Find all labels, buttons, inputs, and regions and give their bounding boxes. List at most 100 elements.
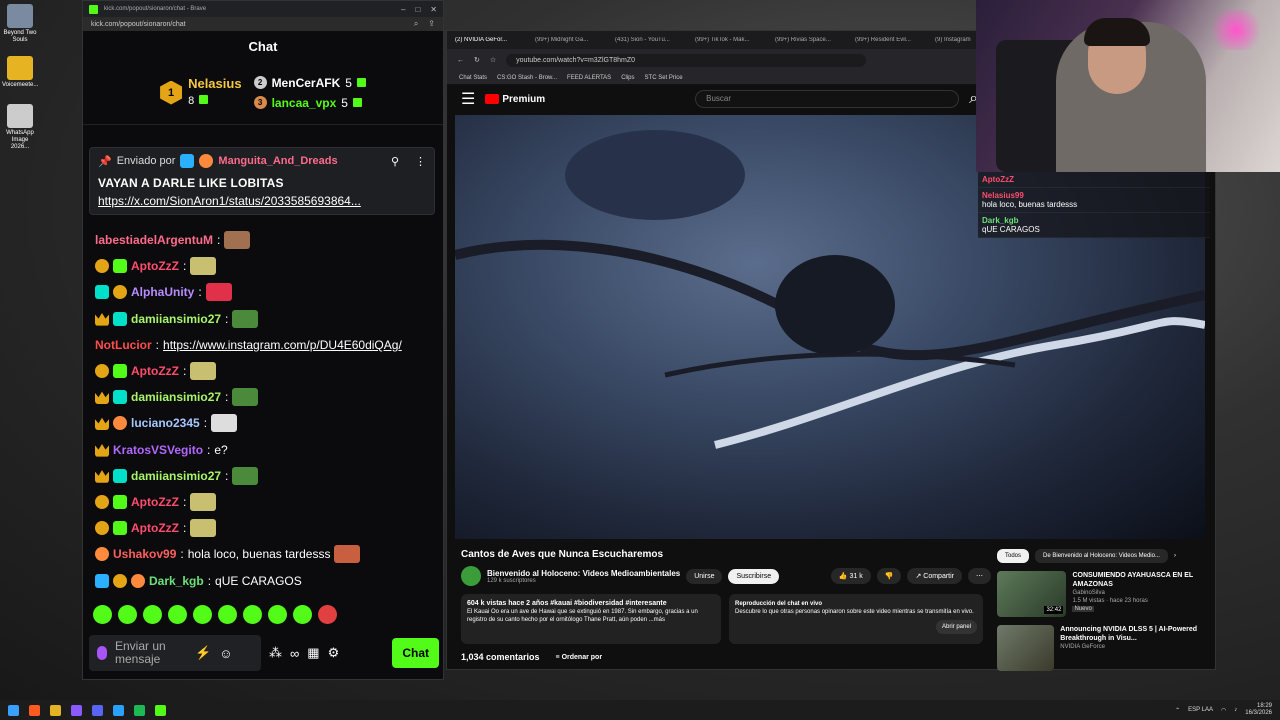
browser-tab[interactable]: (431) Sion - YouTu... bbox=[615, 37, 691, 43]
emote-icon[interactable] bbox=[243, 605, 262, 624]
video-thumbnail[interactable]: 32:42 bbox=[997, 571, 1067, 617]
chevron-right-icon[interactable]: › bbox=[1174, 553, 1176, 559]
chat-username[interactable]: NotLucior bbox=[95, 338, 152, 352]
unpin-icon[interactable]: ⚲ bbox=[391, 155, 399, 168]
minimize-icon[interactable]: – bbox=[401, 5, 405, 14]
leaderboard-second[interactable]: 2 MenCerAFK 5 bbox=[253, 76, 366, 90]
more-actions-button[interactable]: ⋯ bbox=[968, 568, 991, 584]
chat-username[interactable]: AptoZzZ bbox=[131, 364, 179, 378]
video-thumbnail[interactable] bbox=[997, 625, 1055, 671]
emote-icon[interactable] bbox=[268, 605, 287, 624]
pinned-by-label: Enviado por bbox=[116, 155, 176, 167]
bookmark-icon[interactable]: ☆ bbox=[490, 56, 496, 64]
emote-icon[interactable] bbox=[293, 605, 312, 624]
emote-icon[interactable] bbox=[93, 605, 112, 624]
browser-tab[interactable]: (2) NVIDIA GeFor... bbox=[455, 37, 531, 43]
browser-tab[interactable]: (99+) Rivias Space... bbox=[775, 37, 851, 43]
chat-username[interactable]: KratosVSVegito bbox=[113, 443, 203, 457]
volume-icon[interactable]: ♪ bbox=[1234, 707, 1237, 713]
browser-tab[interactable]: (99+) TikTok - Mak... bbox=[695, 37, 771, 43]
sort-button[interactable]: ≡ Ordenar por bbox=[556, 654, 603, 661]
chat-username[interactable]: Dark_kgb bbox=[149, 574, 204, 588]
brave-icon[interactable] bbox=[29, 704, 40, 716]
bookmark-item[interactable]: STC Set Price bbox=[645, 75, 683, 81]
channel-name[interactable]: Bienvenido al Holoceno: Videos Medioambi… bbox=[487, 569, 680, 578]
kick-icon[interactable] bbox=[155, 704, 166, 716]
emote-icon[interactable] bbox=[318, 605, 337, 624]
emote-icon[interactable] bbox=[168, 605, 187, 624]
send-chat-button[interactable]: Chat bbox=[392, 638, 439, 668]
address-bar[interactable]: youtube.com/watch?v=m3ZlGT8hmZ0 bbox=[506, 53, 867, 67]
youtube-logo[interactable]: Premium bbox=[485, 94, 545, 105]
emote-icon[interactable] bbox=[143, 605, 162, 624]
reload-icon[interactable]: ↻ bbox=[474, 56, 480, 64]
bookmark-item[interactable]: FEED ALERTAS bbox=[567, 75, 611, 81]
file-explorer-icon[interactable] bbox=[50, 704, 61, 716]
obs-icon[interactable] bbox=[71, 704, 82, 716]
chat-username[interactable]: AptoZzZ bbox=[131, 495, 179, 509]
leaderboard-third[interactable]: 3 lancaa_vpx 5 bbox=[253, 96, 366, 110]
bookmark-item[interactable]: CS:GO Stash - Brow... bbox=[497, 75, 557, 81]
recommended-video[interactable]: 32:42 CONSUMIENDO AYAHUASCA EN EL AMAZON… bbox=[997, 571, 1207, 617]
tray-arrow-icon[interactable]: ⌃ bbox=[1175, 707, 1180, 714]
desktop-icon-whatsapp[interactable]: WhatsApp Image 2026... bbox=[2, 104, 38, 151]
like-button[interactable]: 👍 31 k bbox=[830, 568, 871, 584]
chip-channel[interactable]: De Bienvenido al Holoceno: Videos Medio.… bbox=[1035, 549, 1168, 563]
emote-icon[interactable] bbox=[218, 605, 237, 624]
microphone-icon[interactable] bbox=[97, 646, 107, 660]
clock[interactable]: 18:29 16/3/2026 bbox=[1245, 703, 1272, 717]
share-button[interactable]: ↗ Compartir bbox=[907, 568, 962, 584]
channel-avatar[interactable] bbox=[461, 566, 481, 586]
maximize-icon[interactable]: □ bbox=[415, 5, 420, 14]
chat-username[interactable]: damiiansimio27 bbox=[131, 390, 221, 404]
settings-icon[interactable]: ⚙ bbox=[328, 645, 340, 661]
start-icon[interactable] bbox=[8, 704, 19, 716]
search-icon[interactable]: ⌕ bbox=[414, 19, 418, 29]
chat-username[interactable]: damiiansimio27 bbox=[131, 469, 221, 483]
browser-tab[interactable]: (99+) Resident Evil... bbox=[855, 37, 931, 43]
bookmark-item[interactable]: Clips bbox=[621, 75, 634, 81]
back-icon[interactable]: ← bbox=[457, 57, 464, 64]
store-icon[interactable]: ▦ bbox=[307, 645, 319, 661]
desktop-icon-beyond[interactable]: Beyond Two Souls bbox=[2, 4, 38, 44]
emoji-icon[interactable]: ☺ bbox=[219, 646, 232, 661]
discord-icon[interactable] bbox=[92, 704, 103, 716]
language-indicator[interactable]: ESP LAA bbox=[1188, 707, 1213, 713]
subscribe-button[interactable]: Suscribirse bbox=[728, 568, 780, 584]
commands-icon[interactable]: ⚡ bbox=[195, 645, 211, 661]
open-panel-button[interactable]: Abrir panel bbox=[935, 620, 977, 634]
pinned-user[interactable]: Manguita_And_Dreads bbox=[218, 155, 337, 167]
search-input[interactable]: Buscar bbox=[695, 90, 960, 108]
desktop-icon-voicemeeter[interactable]: Voicemeete... bbox=[2, 56, 38, 89]
chat-username[interactable]: AlphaUnity bbox=[131, 285, 194, 299]
join-button[interactable]: Unirse bbox=[686, 568, 723, 584]
close-icon[interactable]: ✕ bbox=[430, 5, 437, 14]
share-icon[interactable]: ⇪ bbox=[428, 19, 435, 29]
chip-all[interactable]: Todos bbox=[997, 549, 1030, 563]
leaderboard-first[interactable]: 1 Nelasius 8 bbox=[160, 76, 242, 109]
menu-icon[interactable]: ☰ bbox=[461, 89, 475, 109]
wifi-icon[interactable]: ◠ bbox=[1221, 707, 1226, 714]
chat-input[interactable]: Enviar un mensaje ⚡ ☺ bbox=[89, 635, 261, 671]
spotify-icon[interactable] bbox=[134, 704, 145, 716]
browser-tab[interactable]: (99+) Midnight Ga... bbox=[535, 37, 611, 43]
chat-username[interactable]: damiiansimio27 bbox=[131, 312, 221, 326]
chat-username[interactable]: labestiadelArgentuM bbox=[95, 233, 213, 247]
users-icon[interactable]: ⁂ bbox=[269, 645, 282, 661]
chat-link[interactable]: https://www.instagram.com/p/DU4E60diQAg/ bbox=[163, 338, 402, 352]
chat-username[interactable]: Ushakov99 bbox=[113, 547, 176, 561]
recommended-video[interactable]: Announcing NVIDIA DLSS 5 | AI-Powered Br… bbox=[997, 625, 1207, 671]
emote-icon[interactable] bbox=[193, 605, 212, 624]
infinity-icon[interactable]: ∞ bbox=[290, 646, 299, 661]
steam-icon[interactable] bbox=[113, 704, 124, 716]
chat-username[interactable]: AptoZzZ bbox=[131, 259, 179, 273]
description-box[interactable]: 604 k vistas hace 2 años #kauai #biodive… bbox=[461, 594, 721, 644]
emote-icon[interactable] bbox=[118, 605, 137, 624]
more-options-icon[interactable]: ⋮ bbox=[415, 155, 426, 168]
chat-username[interactable]: AptoZzZ bbox=[131, 521, 179, 535]
pinned-link[interactable]: https://x.com/SionAron1/status/203358569… bbox=[98, 194, 426, 208]
chat-username[interactable]: luciano2345 bbox=[131, 416, 200, 430]
bookmark-item[interactable]: Chat Stats bbox=[459, 75, 487, 81]
url-bar[interactable]: kick.com/popout/sionaron/chat ⌕ ⇪ bbox=[83, 17, 443, 31]
dislike-button[interactable]: 👎 bbox=[876, 568, 902, 584]
